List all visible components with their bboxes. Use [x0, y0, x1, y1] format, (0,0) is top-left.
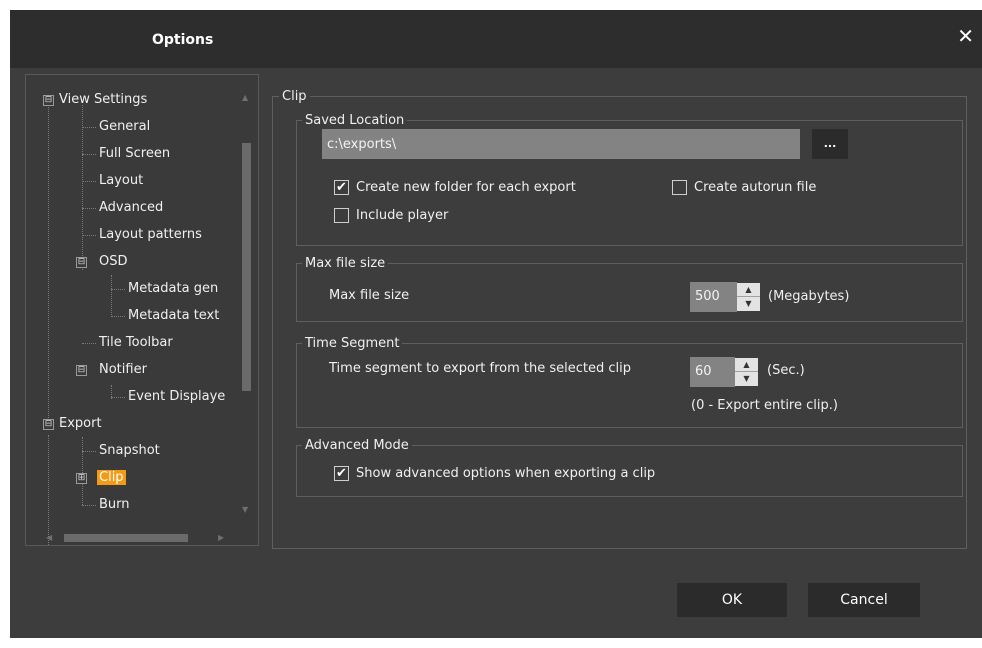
advanced-options-checkbox[interactable]: ✔ [334, 466, 349, 481]
tree-connector-line [82, 451, 96, 452]
tree-item-layout[interactable]: Layout [99, 171, 143, 191]
time-segment-unit: (Sec.) [767, 363, 805, 378]
tree-item-snapshot[interactable]: Snapshot [99, 441, 160, 461]
tree-item-label: Event Displaye [128, 389, 226, 404]
cancel-button[interactable]: Cancel [808, 583, 920, 617]
tree-item-label: Tile Toolbar [99, 335, 173, 350]
tree-connector-line [82, 235, 96, 236]
tree-item-clip[interactable]: ⊞ Clip [76, 468, 126, 488]
collapse-icon[interactable]: ⊟ [43, 419, 54, 430]
tree-item-general[interactable]: General [99, 117, 150, 137]
tree-connector-line [82, 154, 96, 155]
expand-icon[interactable]: ⊞ [76, 473, 87, 484]
max-file-size-title: Max file size [302, 256, 389, 272]
create-autorun-label: Create autorun file [694, 180, 817, 195]
tree-item-burn[interactable]: Burn [99, 495, 130, 515]
tree-item-label: Notifier [99, 362, 147, 377]
collapse-icon[interactable]: ⊟ [76, 257, 87, 268]
tree-item-layout-patterns[interactable]: Layout patterns [99, 225, 202, 245]
time-segment-group [296, 343, 963, 428]
tree-item-label: Advanced [99, 200, 164, 215]
tree-item-osd[interactable]: ⊟ OSD [76, 252, 128, 272]
vertical-scrollbar-thumb[interactable] [242, 143, 251, 391]
tree-item-full-screen[interactable]: Full Screen [99, 144, 170, 164]
tree-item-label: Export [59, 416, 102, 431]
max-file-size-spinner[interactable]: ▲ ▼ [737, 283, 760, 311]
tree-connector-line [111, 275, 112, 315]
window-title: Options [152, 32, 214, 48]
include-player-checkbox[interactable] [334, 208, 349, 223]
tree-connector-line [82, 105, 83, 270]
time-segment-title: Time Segment [302, 336, 403, 352]
spin-down-icon[interactable]: ▼ [737, 297, 760, 311]
collapse-icon[interactable]: ⊟ [76, 365, 87, 376]
tree-item-label: Metadata text [128, 308, 220, 323]
tree-item-label: OSD [99, 254, 128, 269]
tree-item-metadata-gen[interactable]: Metadata gen [128, 279, 218, 299]
export-path-input[interactable] [322, 129, 800, 159]
horizontal-scrollbar-thumb[interactable] [64, 534, 188, 542]
tree-item-event-display[interactable]: Event Displaye [128, 387, 225, 407]
time-segment-spinner[interactable]: ▲ ▼ [735, 358, 758, 386]
tree-connector-line [82, 343, 96, 344]
tree-connector-line [82, 127, 96, 128]
collapse-icon[interactable]: ⊟ [43, 95, 54, 106]
tree-item-label: General [99, 119, 151, 134]
tree-item-label: Full Screen [99, 146, 171, 161]
close-icon[interactable]: ✕ [957, 26, 974, 46]
tree-connector-line [111, 289, 125, 290]
tree-connector-line [82, 181, 96, 182]
tree-connector-line [82, 505, 96, 506]
create-folder-checkbox[interactable]: ✔ [334, 180, 349, 195]
time-segment-input[interactable]: 60 [690, 357, 735, 387]
max-file-size-label: Max file size [329, 288, 410, 303]
tree-connector-line [111, 316, 125, 317]
tree-item-view-settings[interactable]: ⊟ View Settings [43, 90, 147, 110]
scroll-right-icon[interactable]: ▶ [218, 533, 224, 542]
create-folder-label: Create new folder for each export [356, 180, 576, 195]
include-player-label: Include player [356, 208, 449, 223]
scroll-up-icon[interactable]: ▲ [242, 93, 248, 102]
time-segment-note: (0 - Export entire clip.) [691, 398, 838, 413]
tree-item-export[interactable]: ⊟ Export [43, 414, 102, 434]
browse-button[interactable]: ... [812, 129, 848, 159]
tree-item-label: Metadata gen [128, 281, 219, 296]
tree-item-label: View Settings [59, 92, 148, 107]
tree-item-label: Layout patterns [99, 227, 202, 242]
time-segment-label: Time segment to export from the selected… [329, 361, 632, 376]
title-bar: Options ✕ [10, 10, 982, 68]
settings-tree[interactable]: ⊟ View Settings General Full Screen Layo… [25, 74, 259, 546]
spin-down-icon[interactable]: ▼ [735, 372, 758, 386]
max-file-size-input[interactable]: 500 [690, 282, 737, 312]
clip-group-title: Clip [279, 89, 310, 105]
tree-item-label: Snapshot [99, 443, 160, 458]
advanced-mode-title: Advanced Mode [302, 438, 412, 454]
tree-item-metadata-text[interactable]: Metadata text [128, 306, 219, 326]
create-autorun-checkbox[interactable] [672, 180, 687, 195]
scroll-left-icon[interactable]: ◀ [46, 533, 52, 542]
tree-connector-line [111, 397, 125, 398]
tree-item-tile-toolbar[interactable]: Tile Toolbar [99, 333, 173, 353]
spin-up-icon[interactable]: ▲ [735, 358, 758, 372]
ok-button[interactable]: OK [677, 583, 787, 617]
tree-item-notifier[interactable]: ⊟ Notifier [76, 360, 147, 380]
saved-location-title: Saved Location [302, 113, 408, 129]
tree-item-label: Layout [99, 173, 144, 188]
advanced-options-label: Show advanced options when exporting a c… [356, 466, 656, 481]
tree-item-label: Burn [99, 497, 130, 512]
tree-connector-line [48, 101, 49, 426]
tree-item-label: Clip [97, 470, 126, 485]
tree-connector-line [82, 208, 96, 209]
tree-item-advanced[interactable]: Advanced [99, 198, 163, 218]
tree-connector-line [48, 435, 49, 545]
spin-up-icon[interactable]: ▲ [737, 283, 760, 297]
max-file-size-unit: (Megabytes) [768, 289, 850, 304]
scroll-down-icon[interactable]: ▼ [242, 505, 248, 514]
